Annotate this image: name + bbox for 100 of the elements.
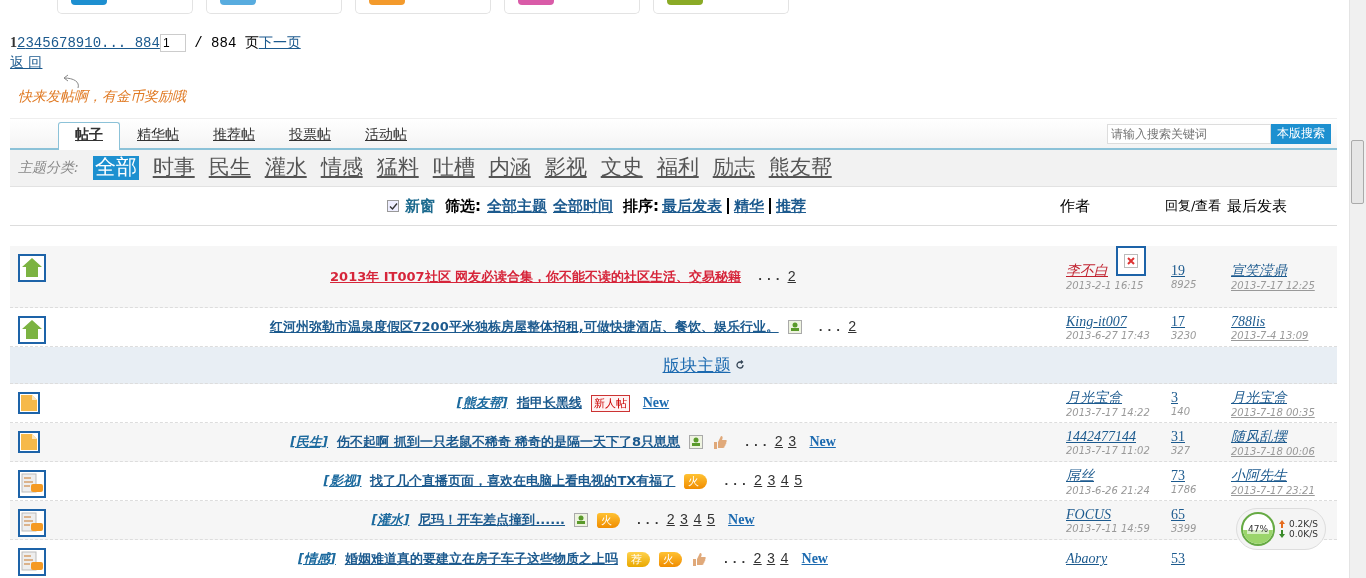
page-link[interactable]: 10 bbox=[84, 35, 102, 51]
new-link[interactable]: New bbox=[642, 395, 670, 411]
page-link[interactable]: 2 bbox=[753, 551, 762, 567]
search-field[interactable]: 请输入搜索关键词 bbox=[1107, 123, 1271, 144]
category-tag[interactable]: [灌水] bbox=[371, 511, 410, 529]
category-link[interactable]: 吐槽 bbox=[432, 156, 475, 180]
page-link[interactable]: 4 bbox=[780, 473, 789, 489]
tab[interactable]: 投票帖 bbox=[272, 122, 348, 150]
page-link[interactable]: 2 bbox=[787, 268, 796, 285]
last-poster-link[interactable]: 788lis bbox=[1231, 313, 1337, 330]
reply-count[interactable]: 73 bbox=[1171, 467, 1231, 484]
tab[interactable]: 活动帖 bbox=[348, 122, 424, 150]
filter-link[interactable]: 全部时间 bbox=[553, 196, 613, 216]
last-poster-link[interactable]: 随风乱摆 bbox=[1231, 427, 1337, 446]
topic-title[interactable]: 尼玛！开车差点撞到...... bbox=[418, 511, 566, 529]
checkbox-label[interactable]: 新窗 bbox=[405, 196, 435, 216]
page-link[interactable]: 9 bbox=[75, 35, 85, 51]
page-link[interactable]: 6 bbox=[50, 35, 60, 51]
tab[interactable]: 帖子 bbox=[58, 122, 120, 150]
page-link[interactable]: 3 bbox=[679, 512, 689, 528]
category-link[interactable]: 民生 bbox=[208, 156, 251, 180]
tab[interactable]: 推荐帖 bbox=[196, 122, 272, 150]
reply-count[interactable]: 53 bbox=[1171, 551, 1231, 567]
category-link[interactable]: 全部 bbox=[92, 156, 139, 180]
new-link[interactable]: New bbox=[728, 512, 755, 528]
topic-title[interactable]: 找了几个直播页面，喜欢在电脑上看电视的TX有福了 bbox=[370, 472, 676, 490]
page-link[interactable]: 5 bbox=[706, 512, 716, 528]
author-link[interactable]: 月光宝盒 bbox=[1066, 388, 1122, 407]
page-link[interactable]: 4 bbox=[693, 512, 702, 528]
new-link[interactable]: New bbox=[809, 434, 836, 450]
page-link[interactable]: 2 bbox=[774, 434, 783, 450]
reply-count[interactable]: 65 bbox=[1171, 506, 1231, 523]
last-poster-link[interactable]: 月光宝盒 bbox=[1231, 388, 1337, 407]
page-link[interactable]: 2 bbox=[666, 512, 675, 528]
page-link[interactable]: 7 bbox=[59, 35, 68, 51]
checkbox[interactable] bbox=[387, 200, 399, 212]
refresh-icon[interactable] bbox=[734, 360, 745, 370]
network-speed-widget[interactable]: 47% 0.2K/S 0.0K/S bbox=[1236, 508, 1326, 550]
category-link[interactable]: 时事 bbox=[152, 156, 195, 180]
category-tag[interactable]: [影视] bbox=[323, 472, 362, 490]
author-link[interactable]: FOCUS bbox=[1066, 506, 1112, 523]
reply-count[interactable]: 31 bbox=[1171, 428, 1231, 445]
last-poster-link[interactable]: 小阿先生 bbox=[1231, 466, 1337, 485]
category-link[interactable]: 励志 bbox=[712, 156, 755, 180]
author-link[interactable]: King-it007 bbox=[1066, 313, 1127, 330]
page-link[interactable]: 3 bbox=[767, 473, 776, 489]
page-input[interactable]: 1 bbox=[159, 34, 186, 52]
back-link[interactable]: 返 回 bbox=[10, 54, 43, 70]
page-link[interactable]: 2 bbox=[848, 319, 857, 335]
scrollbar[interactable] bbox=[1349, 0, 1366, 578]
topic-title[interactable]: 2013年 IT007社区 网友必读合集，你不能不读的社区生活、交易秘籍 bbox=[330, 267, 742, 286]
shortcut-card[interactable] bbox=[206, 0, 342, 14]
category-link[interactable]: 文史 bbox=[600, 156, 643, 180]
sort-link[interactable]: 最后发表 bbox=[662, 196, 722, 216]
author-link[interactable]: 1442477144 bbox=[1066, 428, 1136, 445]
category-link[interactable]: 灌水 bbox=[264, 156, 307, 180]
shortcut-card[interactable] bbox=[355, 0, 491, 14]
category-link[interactable]: 福利 bbox=[656, 156, 699, 180]
topic-title[interactable]: 红河州弥勒市温泉度假区7200平米独栋房屋整体招租,可做快捷酒店、餐饮、娱乐行业。 bbox=[269, 318, 779, 336]
page-link[interactable]: 2 bbox=[753, 473, 763, 489]
category-link[interactable]: 影视 bbox=[544, 156, 587, 180]
shortcut-card[interactable] bbox=[504, 0, 640, 14]
category-link[interactable]: 情感 bbox=[320, 156, 363, 180]
tab[interactable]: 精华帖 bbox=[120, 122, 196, 150]
category-link[interactable]: 熊友帮 bbox=[768, 156, 832, 180]
author-link[interactable]: 屌丝 bbox=[1066, 466, 1094, 485]
page-link[interactable]: 5 bbox=[42, 35, 51, 51]
topic-title[interactable]: 婚姻难道真的要建立在房子车子这些物质之上吗 bbox=[344, 550, 618, 568]
shortcut-card[interactable] bbox=[57, 0, 193, 14]
page-link[interactable]: 3 bbox=[788, 434, 797, 450]
page-link[interactable]: 8 bbox=[67, 35, 76, 51]
author-link[interactable]: Abaory bbox=[1066, 551, 1108, 567]
page-link[interactable]: 2 bbox=[17, 35, 26, 51]
page-link[interactable]: 5 bbox=[794, 473, 803, 489]
page-link[interactable]: 3 bbox=[766, 551, 776, 567]
search-button[interactable]: 本版搜索 bbox=[1271, 123, 1331, 144]
category-link[interactable]: 内涵 bbox=[488, 156, 531, 180]
category-tag[interactable]: [熊友帮] bbox=[456, 394, 508, 412]
category-tag[interactable]: [民生] bbox=[290, 433, 329, 451]
filter-link[interactable]: 全部主题 bbox=[487, 196, 547, 216]
page-link[interactable]: 3 bbox=[25, 35, 34, 51]
category-tag[interactable]: [情感] bbox=[298, 550, 336, 568]
scrollbar-thumb[interactable] bbox=[1351, 140, 1364, 204]
sort-link[interactable]: 推荐 bbox=[776, 196, 806, 216]
author-link[interactable]: 李不白 bbox=[1066, 262, 1108, 280]
reply-count[interactable]: 3 bbox=[1171, 389, 1231, 406]
new-link[interactable]: New bbox=[801, 551, 828, 567]
category-link[interactable]: 猛料 bbox=[376, 156, 419, 180]
page-link[interactable]: 4 bbox=[780, 551, 789, 567]
sort-link[interactable]: 精华 bbox=[734, 196, 764, 216]
topic-title[interactable]: 伤不起啊 抓到一只老鼠不稀奇 稀奇的是隔一天下了8只崽崽 bbox=[337, 433, 681, 451]
reply-count[interactable]: 19 bbox=[1171, 263, 1231, 279]
page-link[interactable]: ... 884 bbox=[101, 35, 160, 51]
section-title[interactable]: 版块主题 bbox=[662, 353, 731, 377]
topic-title[interactable]: 指甲长黑线 bbox=[516, 394, 582, 412]
shortcut-card[interactable] bbox=[653, 0, 789, 14]
page-link[interactable]: 4 bbox=[33, 35, 43, 51]
next-page-link[interactable]: 下一页 bbox=[258, 34, 301, 52]
last-poster-link[interactable]: 宣笑滢鼎 bbox=[1231, 262, 1337, 280]
reply-count[interactable]: 17 bbox=[1171, 313, 1231, 330]
